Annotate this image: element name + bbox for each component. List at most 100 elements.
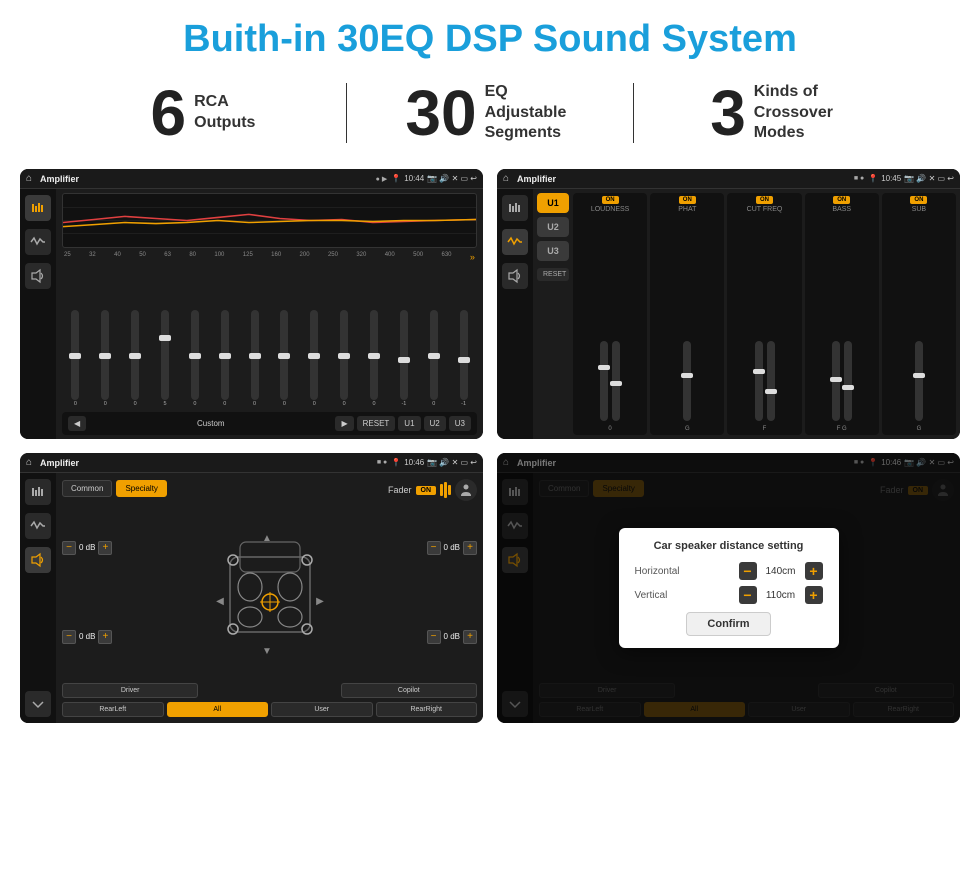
eq-sliders-area: 0 0 0 5 0 0 0 0 0 0 0 -1 0 -1 bbox=[62, 265, 477, 409]
eq-sidebar-eq-icon[interactable] bbox=[25, 195, 51, 221]
fader-sidebar-eq-icon[interactable] bbox=[25, 479, 51, 505]
bass-slider[interactable] bbox=[832, 341, 840, 421]
eq-dots: ● ▶ bbox=[376, 175, 388, 183]
fader-sidebar-expand-icon[interactable] bbox=[25, 691, 51, 717]
loudness-slider2[interactable] bbox=[612, 341, 620, 421]
right-rear-plus[interactable]: + bbox=[463, 630, 477, 644]
left-front-minus[interactable]: − bbox=[62, 541, 76, 555]
phat-on-badge: ON bbox=[679, 196, 696, 204]
crossover-panels: ON LOUDNESS 0 ON PHAT bbox=[573, 193, 956, 435]
stat-crossover-label: Kinds ofCrossover Modes bbox=[754, 82, 844, 144]
fader-tabs: Common Specialty bbox=[62, 480, 167, 497]
confirm-button[interactable]: Confirm bbox=[686, 612, 770, 636]
crossover-sidebar-speaker-icon[interactable] bbox=[502, 263, 528, 289]
horizontal-plus-btn[interactable]: + bbox=[805, 562, 823, 580]
loudness-slider[interactable] bbox=[600, 341, 608, 421]
fader-sidebar-speaker-icon[interactable] bbox=[25, 547, 51, 573]
right-front-plus[interactable]: + bbox=[463, 541, 477, 555]
eq-sidebar-wave-icon[interactable] bbox=[25, 229, 51, 255]
fader-person-icon bbox=[455, 479, 477, 501]
left-front-plus[interactable]: + bbox=[98, 541, 112, 555]
vertical-plus-btn[interactable]: + bbox=[805, 586, 823, 604]
all-btn[interactable]: All bbox=[167, 702, 269, 717]
horizontal-minus-btn[interactable]: − bbox=[739, 562, 757, 580]
crossover-sidebar-eq-icon[interactable] bbox=[502, 195, 528, 221]
left-rear-control: − 0 dB + bbox=[62, 630, 112, 644]
horizontal-row: Horizontal − 140cm + bbox=[635, 562, 823, 580]
fader-dots: ■ ● bbox=[377, 459, 387, 466]
right-rear-minus[interactable]: − bbox=[427, 630, 441, 644]
u2-btn[interactable]: U2 bbox=[537, 217, 569, 237]
copilot-btn[interactable]: Copilot bbox=[341, 683, 477, 698]
u1-btn[interactable]: U1 bbox=[537, 193, 569, 213]
eq-status-icons: 📍 10:44 📷 🔊 ✕ ▭ ↩ bbox=[391, 174, 477, 183]
cutfreq-panel: ON CUT FREQ F bbox=[727, 193, 801, 435]
eq-u1-btn[interactable]: U1 bbox=[398, 416, 420, 431]
car-diagram-svg: ▲ ▼ ◀ ▶ bbox=[205, 522, 335, 662]
bass-slider2[interactable] bbox=[844, 341, 852, 421]
horizontal-value: 140cm bbox=[761, 566, 801, 577]
left-rear-minus[interactable]: − bbox=[62, 630, 76, 644]
svg-text:▶: ▶ bbox=[316, 596, 324, 607]
specialty-tab[interactable]: Specialty bbox=[116, 480, 166, 497]
eq-sidebar-speaker-icon[interactable] bbox=[25, 263, 51, 289]
eq-prev-btn[interactable]: ◀ bbox=[68, 416, 86, 431]
phat-slider[interactable] bbox=[683, 341, 691, 421]
stat-eq-number: 30 bbox=[405, 81, 476, 145]
stats-row: 6 RCAOutputs 30 EQ AdjustableSegments 3 … bbox=[0, 71, 980, 159]
crossover-status-bar: ⌂ Amplifier ■ ● 📍 10:45 📷 🔊 ✕ ▭ ↩ bbox=[497, 169, 960, 189]
fader-status-bar: ⌂ Amplifier ■ ● 📍 10:46 📷 🔊 ✕ ▭ ↩ bbox=[20, 453, 483, 473]
eq-slider-3: 5 bbox=[152, 310, 179, 407]
right-front-minus[interactable]: − bbox=[427, 541, 441, 555]
left-rear-plus[interactable]: + bbox=[98, 630, 112, 644]
eq-u3-btn[interactable]: U3 bbox=[449, 416, 471, 431]
crossover-screen: ⌂ Amplifier ■ ● 📍 10:45 📷 🔊 ✕ ▭ ↩ bbox=[497, 169, 960, 439]
horizontal-control: − 140cm + bbox=[739, 562, 823, 580]
fader-bottom-buttons: Driver Copilot bbox=[62, 683, 477, 698]
sub-label: SUB bbox=[912, 206, 926, 213]
cutfreq-slider[interactable] bbox=[755, 341, 763, 421]
eq-play-btn[interactable]: ▶ bbox=[335, 416, 353, 431]
crossover-reset-btn[interactable]: RESET bbox=[537, 268, 569, 281]
vertical-row: Vertical − 110cm + bbox=[635, 586, 823, 604]
dialog-title: Car speaker distance setting bbox=[635, 540, 823, 552]
u3-btn[interactable]: U3 bbox=[537, 241, 569, 261]
crossover-status-icons: 📍 10:45 📷 🔊 ✕ ▭ ↩ bbox=[868, 174, 954, 183]
vertical-minus-btn[interactable]: − bbox=[739, 586, 757, 604]
driver-btn[interactable]: Driver bbox=[62, 683, 198, 698]
eq-slider-6: 0 bbox=[241, 310, 268, 407]
eq-u2-btn[interactable]: U2 bbox=[424, 416, 446, 431]
fader-sidebar-wave-icon[interactable] bbox=[25, 513, 51, 539]
right-rear-value: 0 dB bbox=[444, 632, 460, 641]
eq-reset-btn[interactable]: RESET bbox=[357, 416, 396, 431]
vertical-control: − 110cm + bbox=[739, 586, 823, 604]
crossover-dots: ■ ● bbox=[854, 175, 864, 182]
phat-panel: ON PHAT G bbox=[650, 193, 724, 435]
cutfreq-label: CUT FREQ bbox=[747, 206, 783, 213]
horizontal-label: Horizontal bbox=[635, 566, 695, 577]
crossover-sidebar-wave-icon[interactable] bbox=[502, 229, 528, 255]
rearleft-btn[interactable]: RearLeft bbox=[62, 702, 164, 717]
cutfreq-slider2[interactable] bbox=[767, 341, 775, 421]
right-controls: − 0 dB + − 0 dB + bbox=[427, 505, 477, 679]
fader-screen: ⌂ Amplifier ■ ● 📍 10:46 📷 🔊 ✕ ▭ ↩ bbox=[20, 453, 483, 723]
svg-text:▲: ▲ bbox=[262, 533, 272, 544]
fader-top-right: Fader ON bbox=[388, 479, 477, 501]
eq-slider-5: 0 bbox=[211, 310, 238, 407]
eq-screen-title: Amplifier bbox=[40, 174, 372, 184]
sub-slider[interactable] bbox=[915, 341, 923, 421]
distance-screen: ⌂ Amplifier ■ ● 📍 10:46 📷 🔊 ✕ ▭ ↩ bbox=[497, 453, 960, 723]
eq-screen-body: 253240506380100125160200250320400500630 … bbox=[20, 189, 483, 439]
car-diagram-wrapper: − 0 dB + − 0 dB + bbox=[62, 505, 477, 679]
stat-eq-label: EQ AdjustableSegments bbox=[485, 82, 575, 144]
common-tab[interactable]: Common bbox=[62, 480, 112, 497]
stat-rca-label: RCAOutputs bbox=[194, 92, 255, 134]
eq-slider-13: -1 bbox=[450, 310, 477, 407]
right-front-control: − 0 dB + bbox=[427, 541, 477, 555]
eq-nav: ◀ Custom ▶ RESET U1 U2 U3 bbox=[62, 412, 477, 435]
fader-sidebar bbox=[20, 473, 56, 723]
user-btn[interactable]: User bbox=[271, 702, 373, 717]
rearright-btn[interactable]: RearRight bbox=[376, 702, 478, 717]
eq-mode-label: Custom bbox=[89, 419, 332, 428]
fader-bottom-buttons2: RearLeft All User RearRight bbox=[62, 702, 477, 717]
